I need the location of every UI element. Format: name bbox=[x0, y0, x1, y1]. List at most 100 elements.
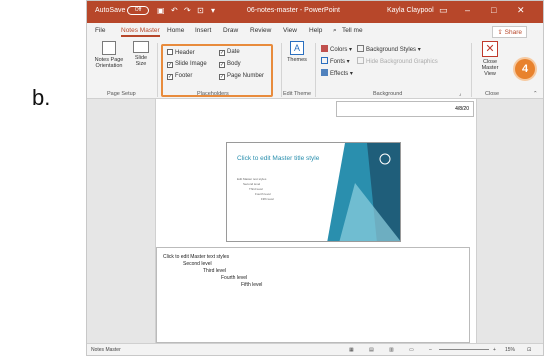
user-name[interactable]: Kayla Claypool bbox=[387, 7, 434, 14]
background-group-label: Background bbox=[373, 91, 403, 97]
fonts-dropdown[interactable]: Fonts ▾ bbox=[321, 57, 350, 65]
placeholders-group-label: Placeholders bbox=[197, 91, 229, 97]
slide-size-label: Slide Size bbox=[134, 55, 148, 67]
tell-me-search[interactable]: Tell me bbox=[342, 27, 363, 34]
slide-bullet: Third level bbox=[249, 187, 263, 191]
checkmark-icon: ✓ bbox=[219, 62, 225, 68]
orientation-icon bbox=[102, 41, 116, 55]
body-checkbox[interactable]: ✓ Body bbox=[219, 61, 241, 68]
effects-dropdown[interactable]: Effects ▾ bbox=[321, 69, 353, 77]
tab-review[interactable]: Review bbox=[250, 27, 271, 34]
checkmark-icon: ✓ bbox=[167, 62, 173, 68]
view-mode-label: Notes Master bbox=[91, 347, 121, 353]
document-title: 06-notes-master - PowerPoint bbox=[247, 7, 340, 14]
notes-line: Click to edit Master text styles bbox=[163, 254, 230, 260]
save-icon[interactable]: ▣ bbox=[157, 6, 165, 15]
reading-view-icon[interactable]: ▥ bbox=[389, 347, 394, 353]
screenshot-stage: b. AutoSave Off ▣ ↶ ↷ ⊡ ▾ 06-notes-maste… bbox=[0, 0, 548, 356]
tab-notes-master[interactable]: Notes Master bbox=[121, 27, 160, 37]
notes-line: Second level bbox=[183, 261, 212, 267]
autosave-label: AutoSave bbox=[95, 7, 126, 14]
tab-draw[interactable]: Draw bbox=[223, 27, 238, 34]
tab-home[interactable]: Home bbox=[167, 27, 184, 34]
ribbon-tabs: File Notes Master Home Insert Draw Revie… bbox=[87, 23, 543, 39]
close-master-view-label: Close Master View bbox=[481, 59, 499, 77]
close-master-view-button[interactable]: ✕ Close Master View bbox=[475, 41, 505, 77]
editing-canvas: 4/8/20 Click to edit Master title style … bbox=[87, 99, 543, 345]
notes-line: Fourth level bbox=[221, 275, 248, 281]
slide-bullet: Fifth level bbox=[261, 197, 274, 201]
close-group-label: Close bbox=[485, 91, 500, 97]
slide-bullet: Edit Master text styles bbox=[237, 177, 267, 181]
tab-help[interactable]: Help bbox=[309, 27, 322, 34]
close-window-icon[interactable]: ✕ bbox=[517, 5, 525, 16]
body-placeholder[interactable]: Click to edit Master text styles Second … bbox=[156, 247, 470, 343]
slide-size-icon bbox=[133, 41, 149, 53]
dialog-launcher-icon[interactable]: ⌟ bbox=[459, 91, 462, 97]
group-separator bbox=[281, 43, 282, 97]
hide-background-checkbox-box bbox=[357, 57, 364, 64]
zoom-in-icon[interactable]: + bbox=[493, 347, 496, 353]
group-separator bbox=[315, 43, 316, 97]
hide-background-graphics-checkbox[interactable]: Hide Background Graphics bbox=[357, 57, 438, 65]
zoom-level[interactable]: 15% bbox=[505, 347, 515, 353]
notes-page-orientation-button[interactable]: Notes Page Orientation bbox=[91, 41, 127, 69]
slide-image-checkbox[interactable]: ✓ Slide Image bbox=[167, 61, 207, 68]
share-button[interactable]: ⇪ Share bbox=[492, 26, 527, 38]
search-icon[interactable]: ⌕ bbox=[333, 27, 337, 35]
page-number-checkbox[interactable]: ✓ Page Number bbox=[219, 73, 264, 80]
colors-icon bbox=[321, 45, 328, 52]
callout-4: 4 bbox=[515, 59, 535, 79]
fit-slide-icon[interactable]: ⊡ bbox=[527, 347, 531, 353]
page-setup-group-label: Page Setup bbox=[107, 91, 136, 97]
close-master-view-icon: ✕ bbox=[482, 41, 498, 57]
background-styles-icon bbox=[357, 45, 364, 52]
themes-label: Themes bbox=[287, 57, 307, 63]
fonts-icon bbox=[321, 57, 328, 64]
effects-icon bbox=[321, 69, 328, 76]
powerpoint-window: AutoSave Off ▣ ↶ ↷ ⊡ ▾ 06-notes-master -… bbox=[86, 0, 544, 356]
zoom-out-icon[interactable]: – bbox=[429, 347, 432, 353]
group-separator bbox=[157, 43, 158, 97]
ribbon-display-icon[interactable]: ▭ bbox=[439, 5, 448, 16]
date-text: 4/8/20 bbox=[455, 106, 469, 112]
title-bar: AutoSave Off ▣ ↶ ↷ ⊡ ▾ 06-notes-master -… bbox=[87, 1, 543, 23]
tab-view[interactable]: View bbox=[283, 27, 297, 34]
slide-sorter-icon[interactable]: ▤ bbox=[369, 347, 374, 353]
slideshow-icon[interactable]: ▭ bbox=[409, 347, 414, 353]
undo-icon[interactable]: ↶ bbox=[171, 6, 178, 15]
notes-page-orientation-label: Notes Page Orientation bbox=[94, 57, 124, 69]
slide-image-placeholder[interactable]: Click to edit Master title style Edit Ma… bbox=[226, 142, 401, 242]
autosave-toggle[interactable]: Off bbox=[127, 6, 149, 15]
tab-insert[interactable]: Insert bbox=[195, 27, 211, 34]
themes-button[interactable]: A Themes bbox=[285, 41, 309, 63]
header-checkbox[interactable]: Header bbox=[167, 49, 195, 56]
tab-file[interactable]: File bbox=[95, 27, 105, 34]
step-letter: b. bbox=[32, 85, 51, 110]
notes-line: Fifth level bbox=[241, 282, 263, 288]
date-placeholder[interactable]: 4/8/20 bbox=[336, 101, 474, 117]
status-bar: Notes Master ▦ ▤ ▥ ▭ – + 15% ⊡ bbox=[87, 343, 543, 355]
slide-title: Click to edit Master title style bbox=[237, 155, 320, 162]
notes-line: Third level bbox=[203, 268, 227, 274]
slide-bullet: Fourth level bbox=[255, 192, 271, 196]
share-icon: ⇪ bbox=[497, 29, 505, 36]
background-styles-dropdown[interactable]: Background Styles ▾ bbox=[357, 45, 421, 53]
normal-view-icon[interactable]: ▦ bbox=[349, 347, 354, 353]
date-checkbox[interactable]: ✓ Date bbox=[219, 49, 240, 56]
slide-size-button[interactable]: Slide Size bbox=[131, 41, 151, 67]
notes-page: 4/8/20 Click to edit Master title style … bbox=[155, 99, 477, 345]
customize-toolbar-icon[interactable]: ▾ bbox=[211, 6, 215, 15]
minimize-icon[interactable]: – bbox=[465, 5, 470, 15]
group-separator bbox=[471, 43, 472, 97]
zoom-slider[interactable] bbox=[439, 349, 489, 350]
footer-checkbox[interactable]: ✓ Footer bbox=[167, 73, 192, 80]
redo-icon[interactable]: ↷ bbox=[184, 6, 191, 15]
collapse-ribbon-icon[interactable]: ⌃ bbox=[533, 91, 538, 97]
colors-dropdown[interactable]: Colors ▾ bbox=[321, 45, 352, 53]
maximize-icon[interactable]: □ bbox=[491, 5, 496, 15]
edit-theme-group-label: Edit Theme bbox=[283, 91, 312, 97]
header-checkbox-box bbox=[167, 49, 173, 55]
start-from-beginning-icon[interactable]: ⊡ bbox=[197, 6, 204, 15]
checkmark-icon: ✓ bbox=[219, 50, 225, 56]
